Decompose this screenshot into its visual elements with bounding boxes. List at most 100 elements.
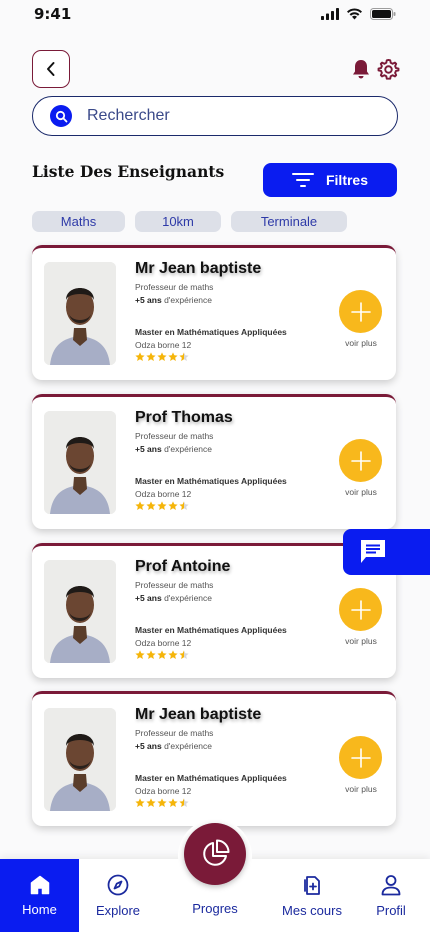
teacher-card[interactable]: Mr Jean baptiste Professeur de maths +5 an… xyxy=(32,245,396,380)
teacher-name: Prof Thomas xyxy=(135,409,233,426)
star-icon xyxy=(168,352,178,361)
view-more-button[interactable] xyxy=(339,290,382,333)
compass-icon xyxy=(107,874,129,895)
view-more-label[interactable]: voir plus xyxy=(336,487,386,497)
plus-icon xyxy=(350,301,371,322)
nav-home[interactable]: Home xyxy=(0,859,79,932)
teacher-card[interactable]: Mr Jean baptiste Professeur de maths +5 an… xyxy=(32,691,396,826)
plus-icon xyxy=(350,450,371,471)
teacher-card[interactable]: Prof Thomas Professeur de maths +5 ans d'e… xyxy=(32,394,396,529)
search-input[interactable] xyxy=(87,107,367,125)
teacher-experience: +5 ans d'expérience xyxy=(135,593,212,603)
status-icons xyxy=(321,8,396,20)
nav-label: Profil xyxy=(376,902,406,918)
teacher-name: Mr Jean baptiste xyxy=(135,706,262,723)
teacher-photo xyxy=(44,262,116,365)
teacher-photo xyxy=(44,708,116,811)
teacher-experience: +5 ans d'expérience xyxy=(135,741,212,751)
experience-suffix: d'expérience xyxy=(161,741,212,751)
experience-value: +5 ans xyxy=(135,444,162,454)
signal-icon xyxy=(321,8,339,20)
battery-icon xyxy=(370,8,396,20)
teacher-location: Odza borne 12 xyxy=(135,340,192,350)
teacher-experience: +5 ans d'expérience xyxy=(135,444,212,454)
list-title: Liste Des Enseignants xyxy=(32,162,225,181)
chip-label: Terminale xyxy=(260,214,318,229)
filter-button[interactable]: Filtres xyxy=(263,163,397,197)
teacher-location: Odza borne 12 xyxy=(135,489,192,499)
teacher-photo xyxy=(44,560,116,663)
teacher-role: Professeur de maths xyxy=(135,282,214,292)
chip-distance[interactable]: 10km xyxy=(135,211,221,232)
star-icon xyxy=(146,352,156,361)
chevron-left-icon xyxy=(47,62,55,76)
view-more-label[interactable]: voir plus xyxy=(336,338,386,348)
teacher-role: Professeur de maths xyxy=(135,580,214,590)
nav-explore[interactable]: Explore xyxy=(79,859,157,932)
chip-maths[interactable]: Maths xyxy=(32,211,125,232)
view-more-label[interactable]: voir plus xyxy=(336,636,386,646)
star-icon xyxy=(168,501,178,510)
star-icon xyxy=(146,501,156,510)
rating-stars xyxy=(135,501,189,511)
rating-stars xyxy=(135,352,189,362)
view-more-label[interactable]: voir plus xyxy=(336,784,386,794)
rating-stars xyxy=(135,650,189,660)
star-icon xyxy=(135,650,145,659)
home-icon xyxy=(30,875,49,894)
search-icon xyxy=(50,105,72,127)
star-icon xyxy=(179,650,189,659)
teacher-photo xyxy=(44,411,116,514)
experience-suffix: d'expérience xyxy=(161,593,212,603)
teacher-degree: Master en Mathématiques Appliquées xyxy=(135,327,287,337)
user-icon xyxy=(381,874,401,895)
star-icon xyxy=(146,650,156,659)
nav-mes-cours[interactable]: Mes cours xyxy=(272,859,352,932)
progress-fab[interactable] xyxy=(184,823,246,885)
view-more-button[interactable] xyxy=(339,439,382,482)
teacher-role: Professeur de maths xyxy=(135,728,214,738)
star-icon xyxy=(157,501,167,510)
teacher-role: Professeur de maths xyxy=(135,431,214,441)
chip-level[interactable]: Terminale xyxy=(231,211,347,232)
teacher-location: Odza borne 12 xyxy=(135,786,192,796)
star-icon xyxy=(135,798,145,807)
teacher-name: Prof Antoine xyxy=(135,558,231,575)
search-bar[interactable] xyxy=(32,96,398,136)
nav-label: Progres xyxy=(192,901,238,916)
view-more-button[interactable] xyxy=(339,588,382,631)
experience-value: +5 ans xyxy=(135,593,162,603)
bell-icon xyxy=(353,60,369,79)
star-icon xyxy=(157,798,167,807)
star-icon xyxy=(179,798,189,807)
nav-label: Home xyxy=(22,901,57,917)
star-icon xyxy=(168,650,178,659)
settings-button[interactable] xyxy=(377,58,400,81)
teacher-degree: Master en Mathématiques Appliquées xyxy=(135,773,287,783)
star-icon xyxy=(168,798,178,807)
experience-suffix: d'expérience xyxy=(161,295,212,305)
nav-label: Explore xyxy=(95,902,141,918)
teacher-card[interactable]: Prof Antoine Professeur de maths +5 ans d'… xyxy=(32,543,396,678)
star-icon xyxy=(179,352,189,361)
plus-icon xyxy=(350,599,371,620)
status-bar: 9:41 xyxy=(0,0,430,30)
nav-profil[interactable]: Profil xyxy=(360,859,422,932)
view-more-button[interactable] xyxy=(339,736,382,779)
pie-chart-icon xyxy=(203,839,230,866)
chat-button[interactable] xyxy=(343,529,430,575)
filter-label: Filtres xyxy=(325,172,368,188)
teacher-location: Odza borne 12 xyxy=(135,638,192,648)
teacher-degree: Master en Mathématiques Appliquées xyxy=(135,476,287,486)
teacher-name: Mr Jean baptiste xyxy=(135,260,262,277)
chip-label: Maths xyxy=(60,214,97,229)
experience-suffix: d'expérience xyxy=(161,444,212,454)
plus-icon xyxy=(350,747,371,768)
experience-value: +5 ans xyxy=(135,741,162,751)
chip-label: 10km xyxy=(162,214,194,229)
back-button[interactable] xyxy=(32,50,70,88)
filter-icon xyxy=(291,173,314,187)
status-time: 9:41 xyxy=(34,5,72,23)
add-document-icon xyxy=(304,875,320,895)
notification-button[interactable] xyxy=(350,58,372,80)
